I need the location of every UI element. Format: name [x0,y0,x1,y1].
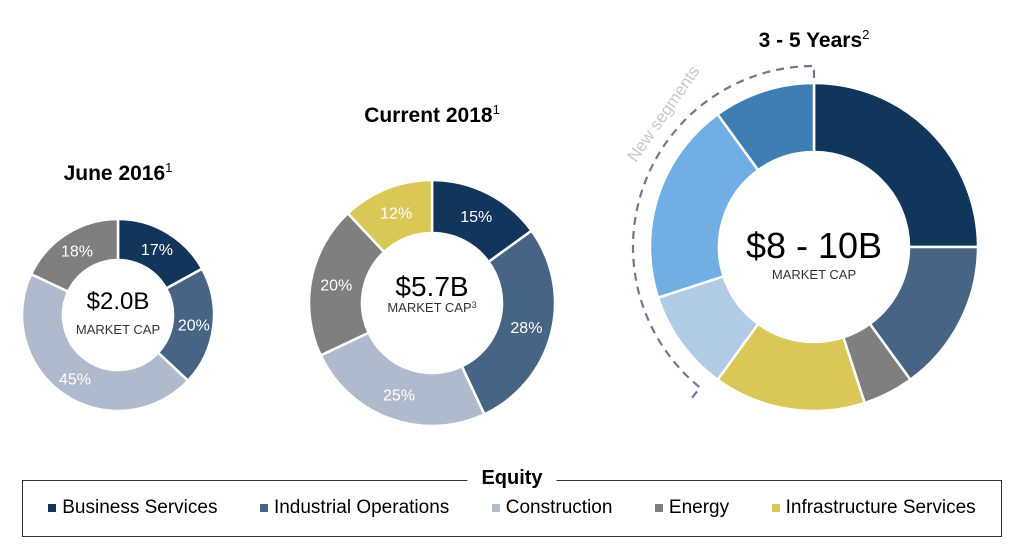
slice-label: 12% [380,205,412,222]
legend: Equity Business Services Industrial Oper… [22,467,1002,537]
legend-label: Business Services [62,497,218,518]
slice-label: 25% [383,388,415,405]
legend-item-industrial-operations: Industrial Operations [259,497,450,519]
legend-swatch [771,504,780,512]
slice-label: 20% [178,318,210,335]
legend-title: Equity [467,467,557,490]
legend-item-construction: Construction [491,497,613,519]
center-label: MARKET CAP [76,322,160,337]
legend-label: Construction [505,497,613,518]
legend-label: Industrial Operations [273,497,450,518]
legend-item-energy: Energy [654,497,730,519]
slice-label: 20% [320,278,352,295]
legend-swatch [259,504,268,512]
center-value: $2.0B [87,288,150,315]
legend-label: Energy [668,497,730,518]
slice-label: 18% [61,243,93,260]
chart-title: June 20161 [64,160,173,185]
chart-title: Current 20181 [364,102,500,127]
legend-swatch [48,504,57,512]
slice-label: 28% [510,320,542,337]
slice-label: 45% [59,371,91,388]
slice-label: 17% [141,242,173,259]
legend-swatch [654,504,663,512]
center-label: MARKET CAP [772,267,856,282]
donut-slice [812,81,980,249]
center-value: $5.7B [395,271,468,302]
slice-label: 15% [460,209,492,226]
legend-swatch [491,504,500,512]
donut-slice [319,331,487,428]
chart-title: 3 - 5 Years2 [759,27,870,52]
center-label: MARKET CAP3 [387,300,476,315]
legend-label: Infrastructure Services [785,497,976,518]
center-value: $8 - 10B [746,225,882,266]
legend-item-business-services: Business Services [48,497,217,519]
legend-item-infrastructure-services: Infrastructure Services [771,497,976,519]
